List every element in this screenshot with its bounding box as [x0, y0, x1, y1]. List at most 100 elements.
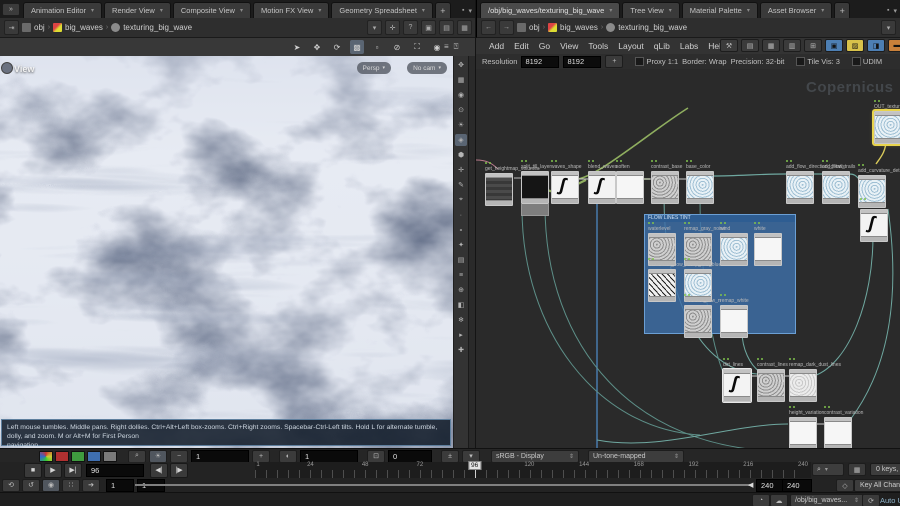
flag-dot[interactable] — [684, 294, 686, 296]
param-button[interactable]: + — [605, 55, 623, 68]
pane-maximize-icon[interactable]: ▪ — [462, 7, 464, 15]
channel-swatch-2[interactable] — [71, 451, 85, 462]
vp-tool-icon-1[interactable]: ✥ — [310, 40, 324, 54]
checkbox-icon[interactable] — [852, 57, 861, 66]
node-output-strip[interactable] — [790, 396, 816, 401]
pin-icon[interactable]: ✛ — [385, 20, 400, 35]
node-body[interactable] — [648, 269, 676, 302]
node-body[interactable] — [860, 209, 888, 242]
vp-tool-icon-0[interactable]: ➤ — [290, 40, 304, 54]
end-button[interactable]: ▶| — [64, 463, 82, 478]
gamma-value[interactable]: 0 — [388, 450, 432, 463]
node-output-strip[interactable] — [649, 296, 675, 301]
node-body[interactable] — [822, 171, 850, 204]
key-all-channels-button[interactable]: Key All Channels — [854, 479, 900, 492]
toolbar-icon-0[interactable]: ⚒ — [720, 39, 738, 52]
node-output-strip[interactable] — [823, 198, 849, 203]
flag-dot[interactable] — [525, 160, 527, 162]
step-back-button[interactable]: ◀| — [150, 463, 168, 478]
breadcrumb-root[interactable]: obj — [22, 23, 45, 32]
vp-tool-icon-7[interactable]: ◉ — [430, 40, 444, 54]
flag-dot[interactable] — [874, 100, 876, 102]
node-body[interactable] — [789, 417, 817, 448]
node-body[interactable] — [684, 305, 712, 338]
flag-dot[interactable] — [521, 160, 523, 162]
brightness-minus-button[interactable]: − — [170, 450, 188, 463]
node-output-strip[interactable] — [721, 260, 747, 265]
keyframe-icon[interactable]: ◇ — [836, 479, 854, 492]
node-OUT_texture[interactable]: OUT_texture — [874, 104, 900, 144]
flag-dot[interactable] — [551, 160, 553, 162]
node-remap_white[interactable]: remap_white — [720, 298, 750, 338]
node-body[interactable] — [616, 171, 644, 204]
flag-dot[interactable] — [761, 358, 763, 360]
vp-side-icon-19[interactable]: ✚ — [455, 344, 467, 356]
menu-go[interactable]: Go — [534, 41, 555, 51]
node-get_heightmap_volumes[interactable]: get_heightmap_volumes — [485, 166, 515, 206]
flag-dot[interactable] — [757, 358, 759, 360]
node-contrast_lines[interactable]: contrast_lines — [757, 362, 787, 402]
flag-dot[interactable] — [826, 160, 828, 162]
node-output-strip[interactable] — [724, 396, 750, 401]
tab-close-icon[interactable]: ▾ — [160, 7, 163, 14]
tab-render-view[interactable]: Render View▾ — [104, 2, 171, 18]
menu-labs[interactable]: Labs — [675, 41, 703, 51]
context-path-dropdown[interactable]: /obj/big_waves...⇕ — [790, 494, 864, 506]
refresh-icon[interactable]: ⟳ — [862, 494, 880, 506]
tab-close-icon[interactable]: ▾ — [821, 7, 824, 14]
flag-dot[interactable] — [824, 406, 826, 408]
colored-tool-icon-1[interactable]: ▨ — [846, 39, 864, 52]
layout-icon[interactable]: ▤ — [439, 20, 454, 35]
param-checkbox-proxy-1-1[interactable]: Proxy 1:1 — [635, 57, 678, 66]
current-frame-field[interactable]: 96 — [86, 464, 144, 477]
flag-dot[interactable] — [688, 222, 690, 224]
flag-dot[interactable] — [864, 198, 866, 200]
vp-side-icon-7[interactable]: ✛ — [455, 164, 467, 176]
node-base_color[interactable]: base_color — [686, 164, 716, 204]
vp-side-icon-4[interactable]: ☀ — [455, 119, 467, 131]
viewport-layout-icon[interactable] — [1, 62, 13, 74]
node-body[interactable] — [786, 171, 814, 204]
camera-icon[interactable]: ▦ — [457, 20, 472, 35]
tab-close-icon[interactable]: ▾ — [91, 7, 94, 14]
playhead-marker[interactable]: 96 — [468, 461, 481, 470]
node-dirt_lines[interactable]: dirt_lines — [723, 362, 753, 402]
node-output-strip[interactable] — [721, 332, 747, 337]
flag-dot[interactable] — [862, 164, 864, 166]
vp-side-icon-11[interactable]: ∘ — [455, 224, 467, 236]
brightness-value[interactable]: 1 — [191, 450, 249, 463]
flag-dot[interactable] — [651, 160, 653, 162]
list-icon[interactable]: ≡ — [444, 42, 449, 52]
tab-tree-view[interactable]: Tree View▾ — [622, 2, 679, 18]
contrast-value[interactable]: 1 — [300, 450, 358, 463]
message-icon[interactable]: ☁ — [770, 494, 788, 506]
flag-dot[interactable] — [652, 258, 654, 260]
node-remap_dark_dust_lines[interactable]: remap_dark_dust_lines — [789, 362, 819, 402]
node-body[interactable] — [720, 305, 748, 338]
exposure-icon[interactable]: ± — [441, 450, 459, 463]
pane-maximize-icon[interactable]: ▪ — [887, 7, 889, 15]
param-field[interactable]: 8192 — [521, 56, 559, 68]
playback-option-3[interactable]: ∷ — [62, 479, 80, 492]
node-body[interactable] — [789, 369, 817, 402]
node-output-strip[interactable] — [685, 332, 711, 337]
pane-menu-icon[interactable]: » — [2, 3, 20, 16]
tab-close-icon[interactable]: ▾ — [422, 7, 425, 14]
pane-menu-arrow-icon[interactable]: ▾ — [468, 7, 472, 15]
vp-side-icon-8[interactable]: ✎ — [455, 179, 467, 191]
vp-side-icon-18[interactable]: ▸ — [455, 329, 467, 341]
node-add_flow_trails[interactable]: add_flow_trails — [822, 164, 852, 204]
flag-dot[interactable] — [822, 160, 824, 162]
flag-dot[interactable] — [648, 258, 650, 260]
range-subend-field[interactable]: 240 — [782, 479, 812, 492]
tab-asset-browser[interactable]: Asset Browser▾ — [760, 2, 832, 18]
flag-dot[interactable] — [720, 294, 722, 296]
new-tab-button-right[interactable]: + — [834, 2, 850, 18]
tab-composite-view[interactable]: Composite View▾ — [173, 2, 251, 18]
tab-close-icon[interactable]: ▾ — [747, 7, 750, 14]
flag-dot[interactable] — [723, 358, 725, 360]
channel-swatch-4[interactable] — [103, 451, 117, 462]
node-add_flow_direction_details[interactable]: add_flow_direction_details — [786, 164, 816, 204]
flag-dot[interactable] — [684, 258, 686, 260]
persp-selector[interactable]: Persp▾ — [357, 62, 392, 74]
